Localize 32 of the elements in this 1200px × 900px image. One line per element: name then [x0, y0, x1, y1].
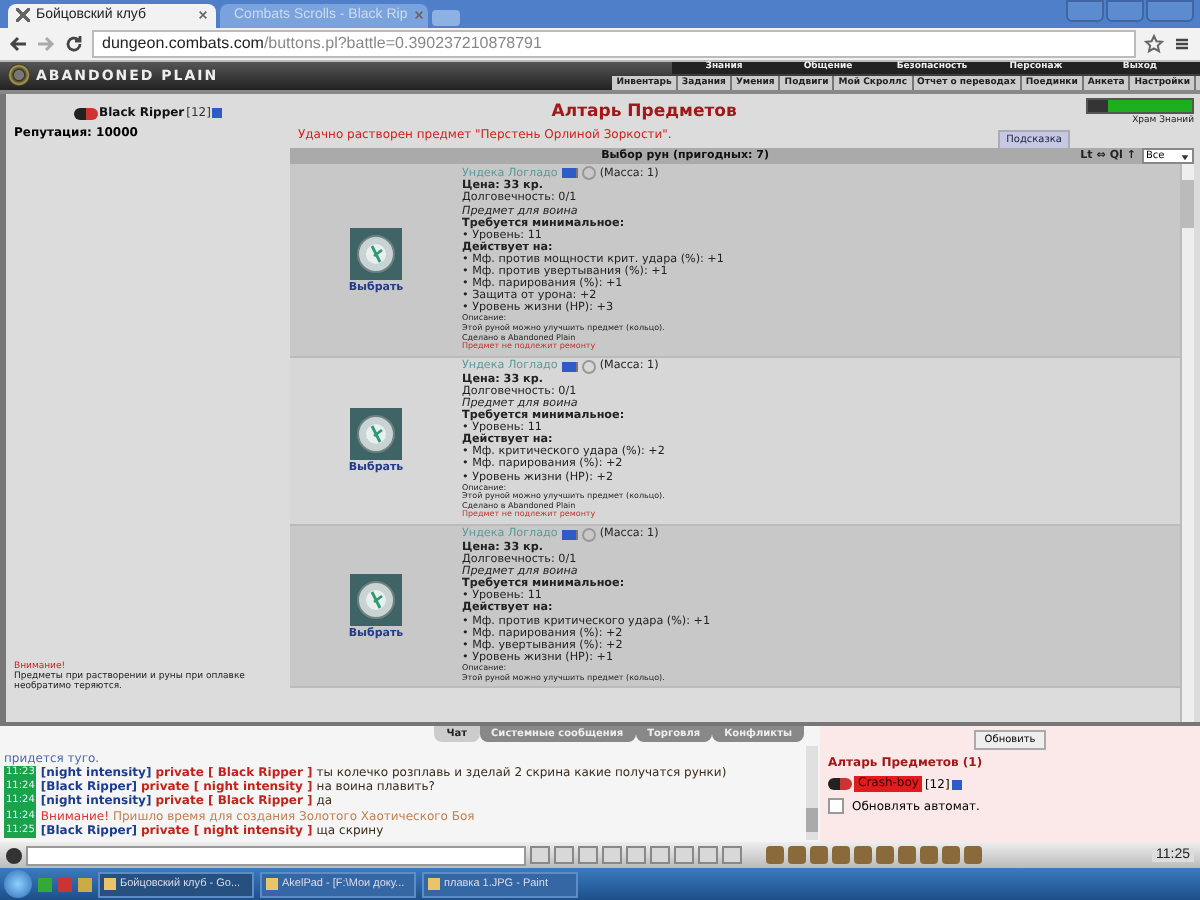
- address-field[interactable]: dungeon.combats.com/buttons.pl?battle=0.390237210878791: [92, 29, 1136, 58]
- emblem-icon: [73, 107, 98, 120]
- circle-icon: [581, 166, 596, 181]
- info-icon[interactable]: [951, 779, 962, 790]
- info-icon[interactable]: [561, 361, 578, 372]
- window-icon: [104, 878, 116, 891]
- info-icon[interactable]: [561, 168, 578, 179]
- rune-stone-icon: [350, 407, 402, 460]
- menu-icon[interactable]: [1172, 33, 1192, 54]
- scroll-thumb[interactable]: [1182, 180, 1194, 229]
- new-tab-button[interactable]: [432, 9, 460, 26]
- info-icon[interactable]: [212, 108, 223, 119]
- rune-stone-icon: [350, 227, 402, 280]
- window-icon: [266, 878, 278, 891]
- circle-icon: [581, 528, 596, 543]
- back-icon[interactable]: [8, 33, 28, 54]
- gear-icon: [8, 64, 30, 87]
- ball-icon[interactable]: [6, 847, 22, 864]
- circle-icon: [581, 359, 596, 374]
- page-title: Алтарь Предметов: [549, 102, 739, 123]
- forward-icon[interactable]: [36, 33, 56, 54]
- caret-icon: [1180, 151, 1190, 162]
- info-icon[interactable]: [561, 530, 578, 541]
- checkbox[interactable]: [828, 798, 844, 815]
- rune-stone-icon: [350, 573, 402, 626]
- emblem-icon: [828, 778, 852, 791]
- star-icon[interactable]: [1144, 33, 1164, 54]
- window-icon: [428, 878, 440, 891]
- reload-icon[interactable]: [64, 33, 84, 54]
- start-button[interactable]: [4, 870, 32, 899]
- chat-input[interactable]: [26, 845, 526, 866]
- scroll-thumb[interactable]: [806, 808, 818, 833]
